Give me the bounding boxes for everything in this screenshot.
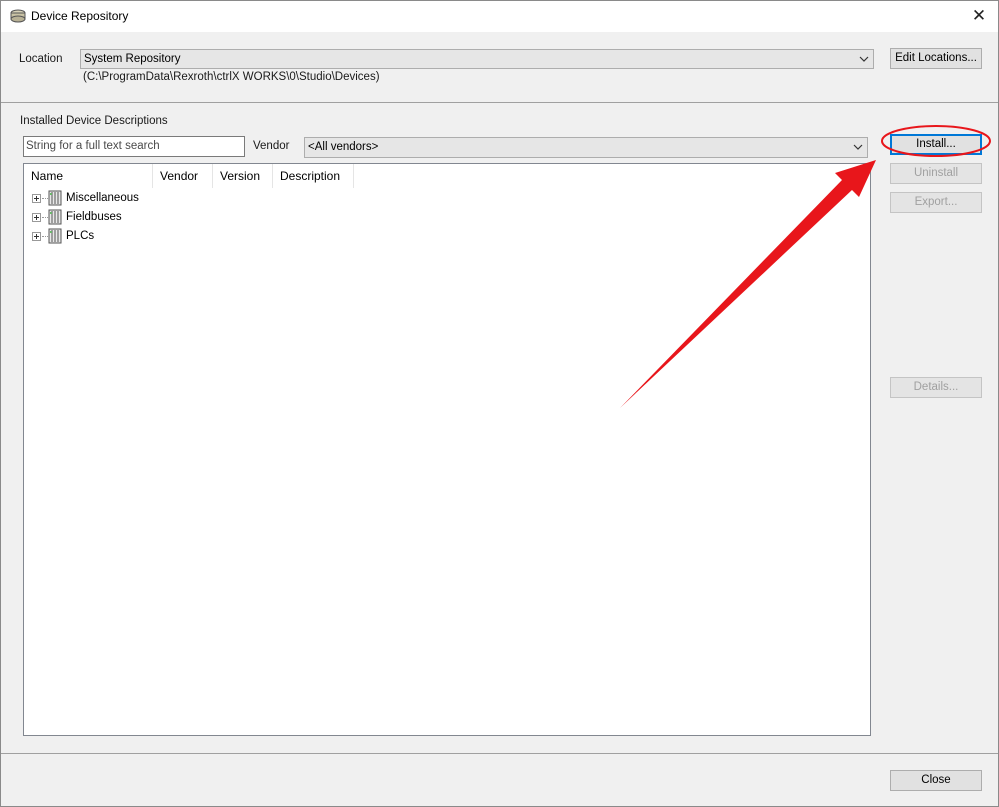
device-list[interactable]: Name Vendor Version Description Miscella… xyxy=(23,163,871,736)
device-icon xyxy=(48,228,62,244)
device-repository-window: Device Repository ✕ Location System Repo… xyxy=(0,0,999,807)
details-button[interactable]: Details... xyxy=(890,377,982,398)
export-button[interactable]: Export... xyxy=(890,192,982,213)
close-button[interactable]: Close xyxy=(890,770,982,791)
repository-icon xyxy=(10,9,26,23)
tree-item-label: PLCs xyxy=(66,230,95,242)
expand-plus-icon[interactable] xyxy=(32,232,41,241)
device-icon xyxy=(48,190,62,206)
installed-section-label: Installed Device Descriptions xyxy=(20,115,168,127)
chevron-down-icon xyxy=(859,56,869,62)
vendor-select[interactable]: <All vendors> xyxy=(304,137,868,158)
column-header-description[interactable]: Description xyxy=(273,164,354,188)
window-title: Device Repository xyxy=(31,9,129,23)
column-header-name[interactable]: Name xyxy=(24,164,153,188)
divider-bottom xyxy=(1,753,998,754)
search-placeholder: String for a full text search xyxy=(26,140,160,152)
divider-top xyxy=(1,102,998,103)
column-header-version[interactable]: Version xyxy=(213,164,273,188)
vendor-selected-value: <All vendors> xyxy=(308,141,379,153)
expand-plus-icon[interactable] xyxy=(32,213,41,222)
uninstall-button[interactable]: Uninstall xyxy=(890,163,982,184)
install-button[interactable]: Install... xyxy=(890,134,982,155)
tree-item-label: Miscellaneous xyxy=(66,192,139,204)
vendor-label: Vendor xyxy=(253,140,290,152)
column-header-vendor[interactable]: Vendor xyxy=(153,164,213,188)
close-icon[interactable]: ✕ xyxy=(968,5,990,27)
location-path: (C:\ProgramData\Rexroth\ctrlX WORKS\0\St… xyxy=(83,71,380,83)
device-icon xyxy=(48,209,62,225)
location-selected-value: System Repository xyxy=(84,53,181,65)
edit-locations-button[interactable]: Edit Locations... xyxy=(890,48,982,69)
expand-plus-icon[interactable] xyxy=(32,194,41,203)
chevron-down-icon xyxy=(853,144,863,150)
tree-item-label: Fieldbuses xyxy=(66,211,122,223)
location-label: Location xyxy=(19,53,63,65)
title-bar: Device Repository ✕ xyxy=(1,1,998,32)
search-input[interactable]: String for a full text search xyxy=(23,136,245,157)
location-select[interactable]: System Repository xyxy=(80,49,874,69)
